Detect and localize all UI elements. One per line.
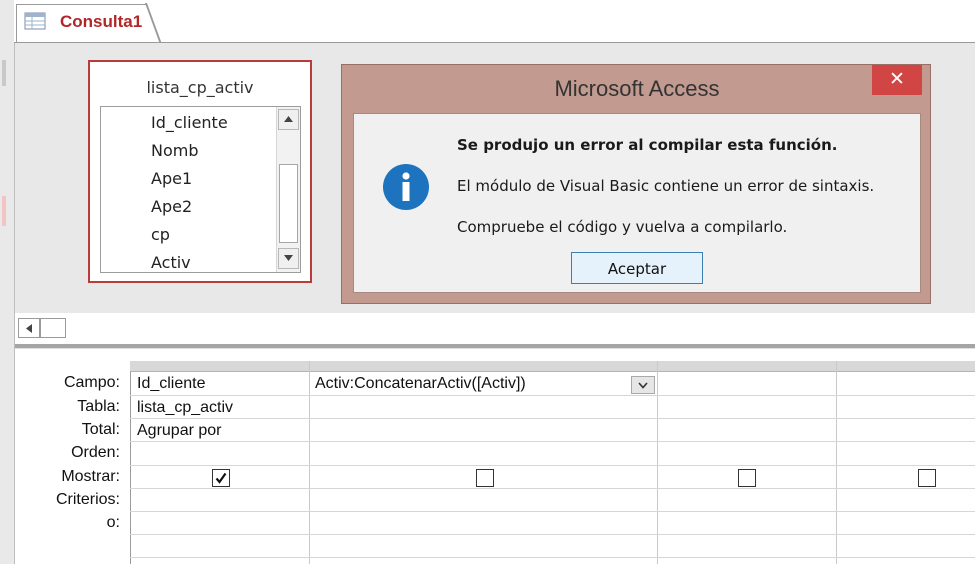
dialog-message-line: El módulo de Visual Basic contiene un er… [457, 177, 875, 195]
close-button[interactable]: ✕ [872, 65, 922, 95]
query-icon [24, 12, 46, 30]
close-icon: ✕ [889, 69, 905, 90]
field-item[interactable]: Ape1 [151, 169, 192, 188]
row-label-campo: Campo: [63, 374, 120, 391]
mostrar-checkbox[interactable] [738, 469, 756, 487]
row-label-orden: Orden: [71, 444, 120, 461]
scroll-down-button[interactable] [278, 248, 299, 269]
ok-button[interactable]: Aceptar [571, 252, 703, 284]
scroll-left-button[interactable] [18, 318, 40, 338]
row-divider [130, 534, 975, 535]
cell-tabla[interactable]: lista_cp_activ [137, 399, 233, 417]
field-item[interactable]: Activ [151, 253, 191, 272]
dialog-message-line: Compruebe el código y vuelva a compilarl… [457, 218, 788, 236]
edge-marker [2, 196, 6, 226]
row-label-mostrar: Mostrar: [61, 468, 120, 485]
mostrar-checkbox[interactable] [918, 469, 936, 487]
dialog-body: Se produjo un error al compilar esta fun… [353, 113, 921, 293]
horizontal-scroll-thumb[interactable] [40, 318, 66, 338]
cell-total[interactable]: Agrupar por [137, 422, 222, 440]
chevron-down-icon[interactable] [631, 376, 655, 394]
row-divider [130, 511, 975, 512]
window-left-edge [0, 0, 15, 564]
field-list-scrollbar[interactable] [276, 107, 300, 272]
ok-button-label: Aceptar [607, 260, 667, 278]
mostrar-checkbox[interactable] [476, 469, 494, 487]
mostrar-checkbox-checked[interactable] [212, 469, 230, 487]
field-item[interactable]: Ape2 [151, 197, 192, 216]
row-divider [130, 418, 975, 419]
field-item[interactable]: cp [151, 225, 170, 244]
cell-campo[interactable]: Id_cliente [137, 375, 206, 393]
edge-marker [2, 60, 6, 86]
scroll-thumb[interactable] [279, 164, 298, 243]
row-divider [130, 465, 975, 466]
field-list[interactable]: Id_cliente Nomb Ape1 Ape2 cp Activ [100, 106, 301, 273]
row-label-total: Total: [81, 421, 120, 438]
tab-label: Consulta1 [60, 12, 143, 31]
row-divider [130, 488, 975, 489]
table-title: lista_cp_activ [146, 78, 254, 97]
dialog-heading: Se produjo un error al compilar esta fun… [457, 136, 838, 154]
cell-campo[interactable]: Activ:ConcatenarActiv([Activ]) [315, 375, 526, 393]
info-icon [382, 163, 430, 211]
grid-column-selectors[interactable] [130, 361, 975, 372]
scroll-up-button[interactable] [278, 109, 299, 130]
row-divider [130, 395, 975, 396]
dialog-title: Microsoft Access [554, 76, 720, 101]
field-item[interactable]: Id_cliente [151, 113, 228, 132]
row-label-criterios: Criterios: [55, 491, 120, 508]
table-field-list-window[interactable]: lista_cp_activ Id_cliente Nomb Ape1 Ape2… [88, 60, 312, 283]
row-divider [130, 441, 975, 442]
row-label-o: o: [106, 514, 120, 531]
field-item[interactable]: Nomb [151, 141, 199, 160]
row-label-tabla: Tabla: [77, 398, 120, 415]
row-divider [130, 557, 975, 558]
error-dialog: Microsoft Access ✕ Se produjo un error a… [341, 64, 931, 304]
